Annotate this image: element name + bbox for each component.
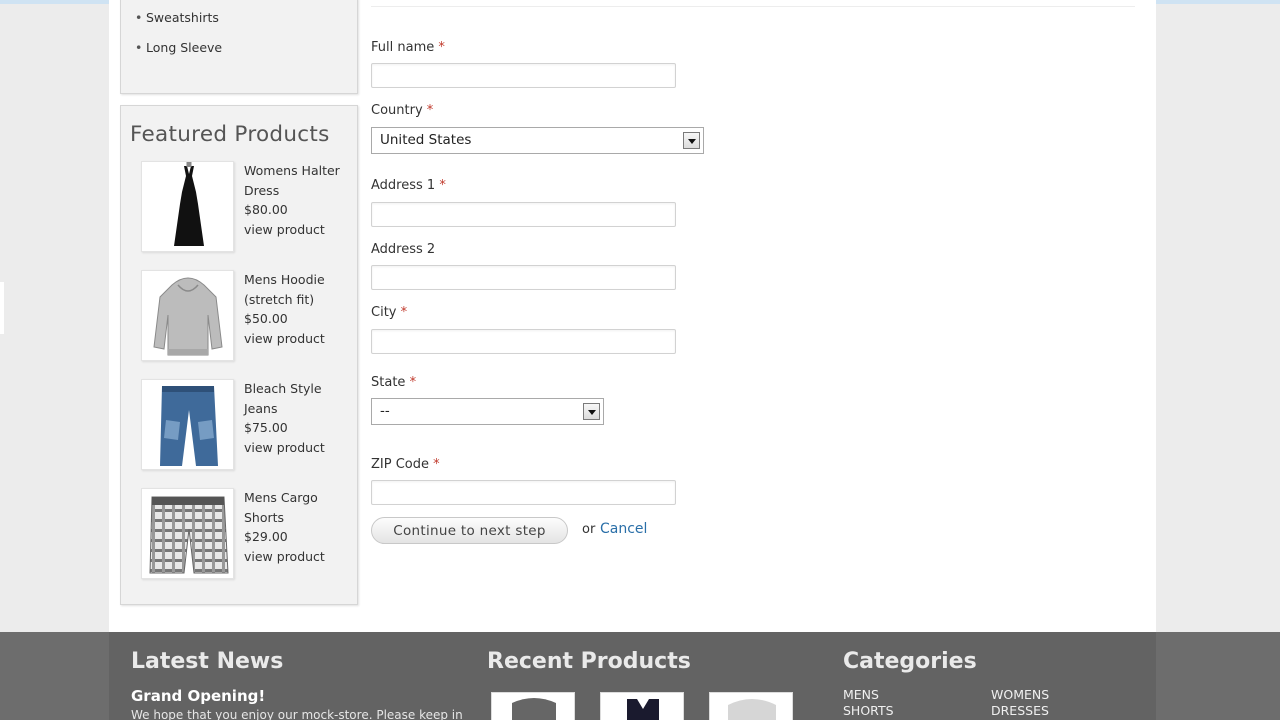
- featured-item-info: Womens Halter Dress $80.00 view product: [244, 161, 352, 239]
- city-label: City *: [371, 305, 407, 320]
- featured-item-info: Bleach Style Jeans $75.00 view product: [244, 379, 352, 457]
- address2-label: Address 2: [371, 242, 435, 257]
- cancel-link[interactable]: Cancel: [600, 521, 647, 537]
- sidebar-categories-box: Sweatshirts Long Sleeve: [120, 0, 358, 94]
- latest-news-heading: Latest News: [131, 649, 284, 674]
- form-divider: [371, 6, 1135, 7]
- footer-category-shorts[interactable]: SHORTS: [843, 703, 894, 718]
- recent-products-heading: Recent Products: [487, 649, 691, 674]
- categories-heading: Categories: [843, 649, 977, 674]
- featured-item-name-line1[interactable]: Mens Cargo: [244, 488, 352, 508]
- news-item-excerpt: We hope that you enjoy our mock-store. P…: [131, 708, 463, 720]
- recent-product-thumb[interactable]: [491, 692, 575, 720]
- country-select[interactable]: United States: [371, 127, 704, 154]
- featured-item-name-line1[interactable]: Bleach Style: [244, 379, 352, 399]
- featured-item-view-link[interactable]: view product: [244, 220, 352, 240]
- featured-item-name-line2[interactable]: (stretch fit): [244, 290, 352, 310]
- zip-input[interactable]: [371, 480, 676, 505]
- zip-label: ZIP Code *: [371, 457, 440, 472]
- full-name-input[interactable]: [371, 63, 676, 88]
- featured-item-info: Mens Cargo Shorts $29.00 view product: [244, 488, 352, 566]
- full-name-label-text: Full name: [371, 40, 435, 55]
- featured-products-title: Featured Products: [130, 122, 330, 147]
- featured-item-price: $75.00: [244, 420, 288, 435]
- shipping-address-form: Full name * Country * United States Addr…: [371, 0, 1135, 600]
- required-mark: *: [439, 178, 446, 193]
- or-text: or: [582, 522, 596, 537]
- required-mark: *: [438, 40, 445, 55]
- featured-item-price: $80.00: [244, 202, 288, 217]
- required-mark: *: [400, 305, 408, 320]
- country-label-text: Country: [371, 103, 423, 118]
- state-label-text: State: [371, 375, 406, 390]
- footer-category-mens[interactable]: MENS: [843, 687, 879, 702]
- footer-side-band-left: [0, 632, 109, 720]
- state-label: State *: [371, 375, 416, 390]
- featured-item-view-link[interactable]: view product: [244, 547, 352, 567]
- continue-button[interactable]: Continue to next step: [371, 517, 568, 544]
- required-mark: *: [433, 457, 440, 472]
- full-name-label: Full name *: [371, 40, 445, 55]
- chevron-down-icon[interactable]: [683, 132, 700, 149]
- country-label: Country *: [371, 103, 433, 118]
- featured-item-name-line1[interactable]: Womens Halter: [244, 161, 352, 181]
- city-label-text: City: [371, 305, 397, 320]
- featured-item-name-line2[interactable]: Dress: [244, 181, 352, 201]
- required-mark: *: [409, 375, 417, 390]
- sidebar-category-sweatshirts[interactable]: Sweatshirts: [135, 10, 222, 40]
- featured-item-info: Mens Hoodie (stretch fit) $50.00 view pr…: [244, 270, 352, 348]
- featured-item-cargo-shorts: Mens Cargo Shorts $29.00 view product: [141, 488, 351, 582]
- state-selected-value: --: [380, 403, 390, 419]
- city-input[interactable]: [371, 329, 676, 354]
- featured-products-box: Featured Products Womens Halter Dress $8…: [120, 105, 358, 605]
- left-edge-highlight: [0, 282, 4, 334]
- address1-label-text: Address 1: [371, 178, 436, 193]
- sidebar-category-long-sleeve[interactable]: Long Sleeve: [135, 40, 222, 70]
- featured-item-name-line1[interactable]: Mens Hoodie: [244, 270, 352, 290]
- recent-product-thumb[interactable]: [600, 692, 684, 720]
- footer-category-womens[interactable]: WOMENS: [991, 687, 1049, 702]
- featured-item-price: $29.00: [244, 529, 288, 544]
- featured-item-name-line2[interactable]: Shorts: [244, 508, 352, 528]
- featured-item-name-line2[interactable]: Jeans: [244, 399, 352, 419]
- featured-item-view-link[interactable]: view product: [244, 438, 352, 458]
- page-content: Sweatshirts Long Sleeve Featured Product…: [109, 0, 1156, 632]
- featured-item-price: $50.00: [244, 311, 288, 326]
- featured-item-jeans: Bleach Style Jeans $75.00 view product: [141, 379, 351, 473]
- featured-item-hoodie: Mens Hoodie (stretch fit) $50.00 view pr…: [141, 270, 351, 364]
- sidebar-category-list: Sweatshirts Long Sleeve: [135, 10, 222, 70]
- halter-dress-image[interactable]: [141, 161, 234, 252]
- country-selected-value: United States: [380, 132, 472, 148]
- footer: Latest News Grand Opening! We hope that …: [109, 632, 1156, 720]
- required-mark: *: [426, 103, 434, 118]
- featured-item-halter-dress: Womens Halter Dress $80.00 view product: [141, 161, 351, 255]
- footer-category-dresses[interactable]: DRESSES: [991, 703, 1049, 718]
- address1-input[interactable]: [371, 202, 676, 227]
- cargo-shorts-image[interactable]: [141, 488, 234, 579]
- recent-product-thumb[interactable]: [709, 692, 793, 720]
- jeans-image[interactable]: [141, 379, 234, 470]
- address1-label: Address 1 *: [371, 178, 446, 193]
- news-item-title[interactable]: Grand Opening!: [131, 687, 265, 705]
- state-select[interactable]: --: [371, 398, 604, 425]
- zip-label-text: ZIP Code: [371, 457, 429, 472]
- chevron-down-icon[interactable]: [583, 403, 600, 420]
- footer-side-band-right: [1156, 632, 1280, 720]
- featured-item-view-link[interactable]: view product: [244, 329, 352, 349]
- address2-label-text: Address 2: [371, 242, 436, 257]
- address2-input[interactable]: [371, 265, 676, 290]
- hoodie-image[interactable]: [141, 270, 234, 361]
